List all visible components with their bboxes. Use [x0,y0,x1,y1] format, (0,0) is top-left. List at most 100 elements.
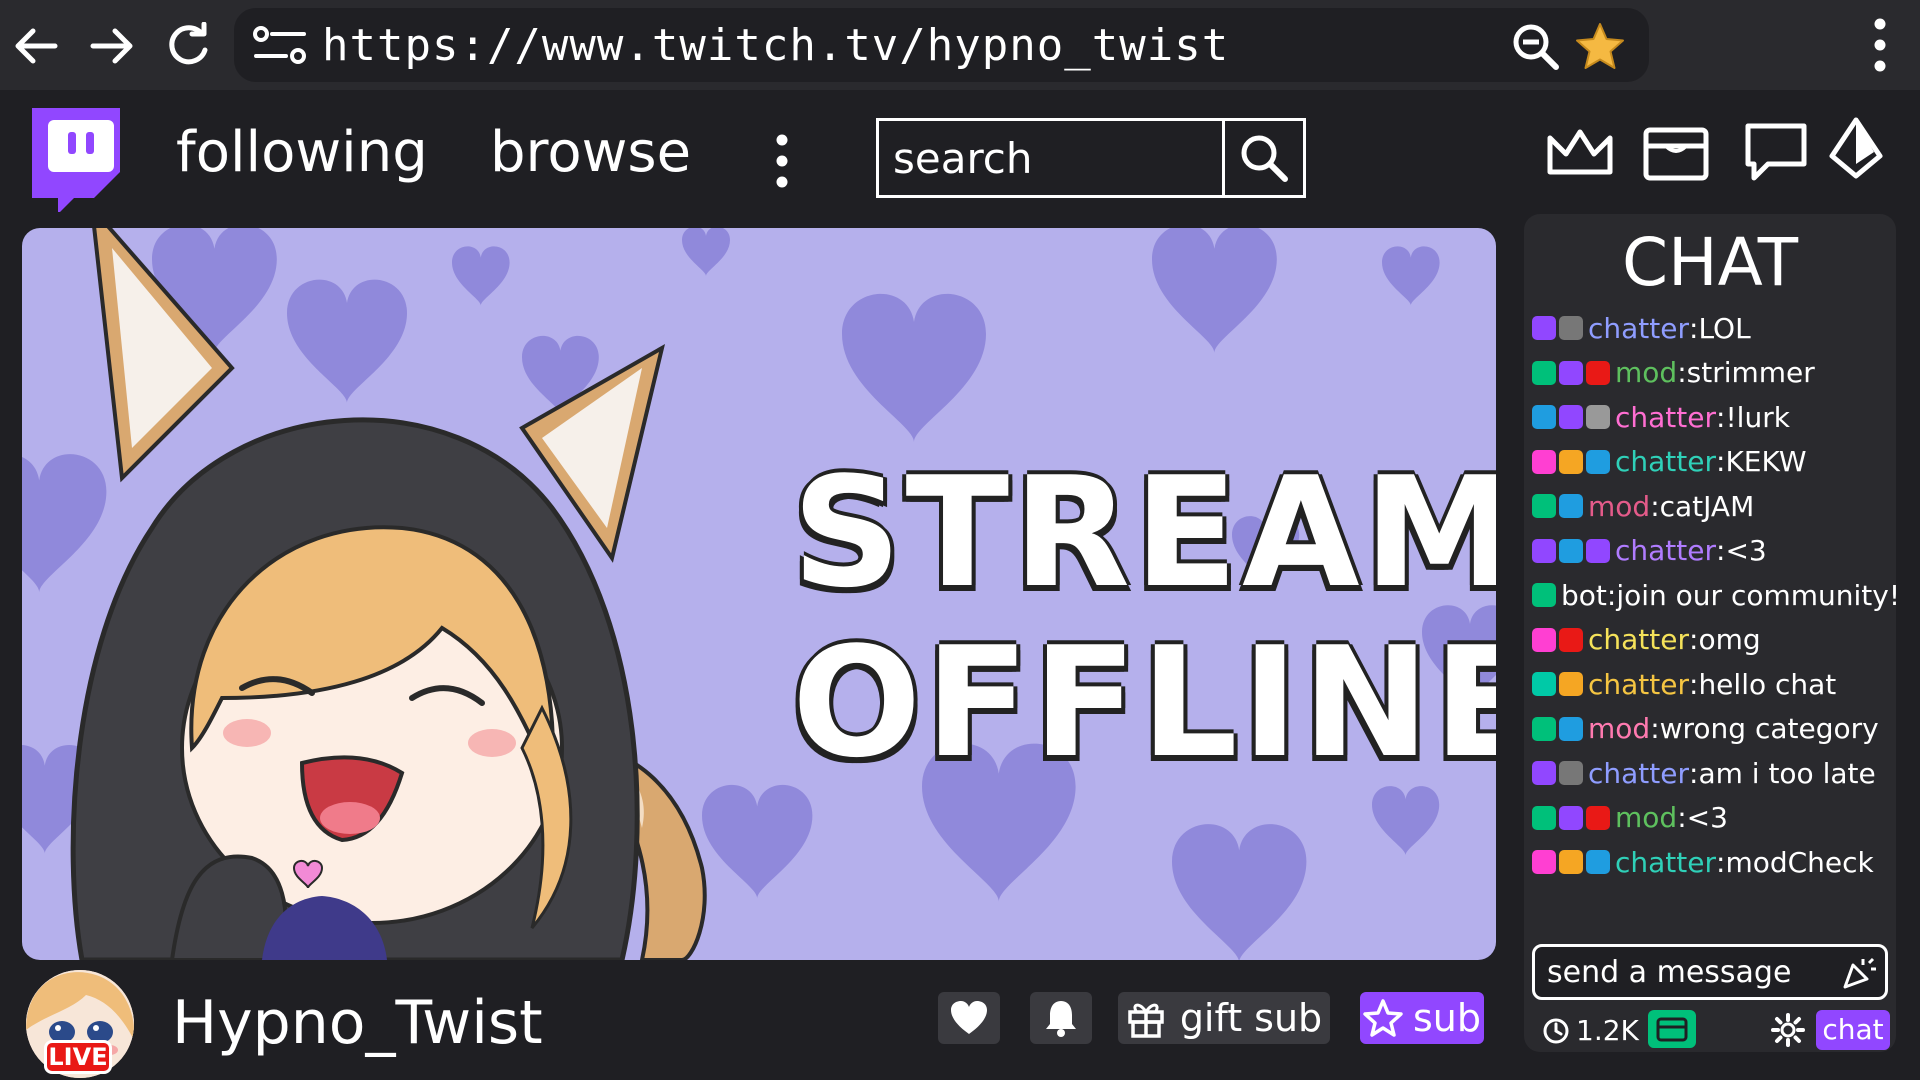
chat-badge-icon[interactable] [1559,538,1583,563]
address-bar[interactable]: https://www.twitch.tv/hypno_twist [234,8,1649,82]
zoom-out-icon[interactable] [1511,22,1561,72]
chat-footer: 1.2K chat [1532,1010,1890,1050]
chat-separator: : [1606,578,1617,612]
chat-message-list[interactable]: chatter: LOL mod: strimmer chatter: !lurk c… [1532,306,1900,885]
chat-badge-icon[interactable] [1532,672,1556,697]
chat-username[interactable]: mod [1588,712,1650,745]
bookmark-star-icon[interactable] [1573,20,1627,74]
chat-badge-icon[interactable] [1532,850,1556,875]
chat-username[interactable]: bot [1561,579,1607,612]
chat-badge-icon[interactable] [1586,449,1610,474]
chat-badge-icon[interactable] [1532,583,1556,608]
chat-panel: CHAT chatter: LOL mod: strimmer chatter: !… [1524,214,1900,1052]
chat-badge-icon[interactable] [1532,316,1556,341]
chat-username[interactable]: chatter [1588,623,1689,656]
chat-send-button[interactable]: chat [1816,1010,1890,1050]
chat-badge-icon[interactable] [1559,494,1583,519]
chat-badge-icon[interactable] [1559,316,1583,341]
chat-badge-icon[interactable] [1559,627,1583,652]
chat-badge-icon[interactable] [1559,805,1583,830]
chat-username[interactable]: mod [1588,490,1650,523]
chat-message: chatter: <3 [1532,529,1896,574]
chat-username[interactable]: chatter [1615,534,1716,567]
channel-info-bar: Hypno_Twist gift sub sub [0,960,1520,1080]
chat-username[interactable]: chatter [1615,445,1716,478]
chat-username[interactable]: mod [1615,356,1677,389]
chat-badge-icon[interactable] [1532,716,1556,741]
gift-sub-label: gift sub [1179,996,1323,1040]
chat-badge-icon[interactable] [1559,449,1583,474]
chat-message: chatter: !lurk [1532,395,1896,440]
chat-badge-icon[interactable] [1559,405,1583,430]
chat-username[interactable]: chatter [1615,846,1716,879]
chat-badge-icon[interactable] [1586,405,1610,430]
browser-menu-icon[interactable] [1862,14,1898,76]
chat-separator: : [1689,311,1699,345]
viewer-count-value: 1.2K [1576,1014,1639,1047]
chat-message-input[interactable] [1535,947,1835,997]
chat-badge-icon[interactable] [1532,805,1556,830]
forward-arrow-icon[interactable] [84,18,140,74]
notifications-button[interactable] [1030,992,1092,1044]
chat-message: bot: join our community! [1532,573,1900,618]
chat-badge-icon[interactable] [1586,850,1610,875]
offline-line-1: STREAM [792,444,1496,621]
inbox-icon[interactable] [1640,116,1712,188]
chat-message: mod: wrong category [1532,707,1896,752]
channel-name[interactable]: Hypno_Twist [172,988,543,1058]
chat-badge-icon[interactable] [1532,761,1556,786]
chat-badge-icon[interactable] [1559,672,1583,697]
chat-username[interactable]: chatter [1588,757,1689,790]
live-badge: LIVE [44,1040,112,1074]
chat-badge-icon[interactable] [1532,360,1556,385]
chat-badge-icon[interactable] [1532,405,1556,430]
video-player[interactable]: STREAM OFFLINE [22,228,1496,960]
stream-offline-banner: STREAM OFFLINE [792,444,1496,788]
chat-username[interactable]: chatter [1615,401,1716,434]
chat-badge-icon[interactable] [1586,360,1610,385]
chat-badge-icon[interactable] [1586,538,1610,563]
chat-settings-gear-icon[interactable] [1770,1012,1806,1048]
subscribe-button[interactable]: sub [1360,992,1484,1044]
chat-username[interactable]: chatter [1588,668,1689,701]
follow-heart-button[interactable] [938,992,1000,1044]
gift-sub-button[interactable]: gift sub [1118,992,1330,1044]
chat-separator: : [1716,445,1726,479]
nav-following[interactable]: following [176,120,428,185]
chat-badge-icon[interactable] [1532,538,1556,563]
chat-message-text: catJAM [1659,489,1755,523]
twitch-logo-icon[interactable] [20,104,128,214]
reload-icon[interactable] [160,18,216,74]
chat-badge-icon[interactable] [1532,627,1556,652]
emote-picker-icon[interactable] [1841,955,1877,991]
search-input[interactable] [879,121,1225,195]
chat-badge-icon[interactable] [1586,805,1610,830]
chat-message-text: !lurk [1725,400,1790,434]
back-arrow-icon[interactable] [8,18,64,74]
nav-browse[interactable]: browse [490,120,691,185]
chat-message-text: am i too late [1698,756,1876,790]
chat-separator: : [1689,623,1699,657]
chat-username[interactable]: mod [1615,801,1677,834]
whispers-icon[interactable] [1740,116,1812,188]
bits-icon[interactable] [1826,116,1898,188]
chat-message: mod: <3 [1532,796,1896,841]
crown-icon[interactable] [1544,116,1616,188]
channel-points-button[interactable] [1648,1010,1696,1048]
chat-badge-icon[interactable] [1559,360,1583,385]
url-text[interactable]: https://www.twitch.tv/hypno_twist [322,20,1229,71]
chat-separator: : [1650,712,1660,746]
chat-separator: : [1716,400,1726,434]
site-settings-icon[interactable] [252,24,310,66]
search-icon[interactable] [1225,121,1303,195]
heart-icon [951,1001,987,1034]
chat-badge-icon[interactable] [1532,449,1556,474]
chat-message-text: LOL [1698,311,1751,345]
chat-badge-icon[interactable] [1559,716,1583,741]
chat-badge-icon[interactable] [1532,494,1556,519]
chat-username[interactable]: chatter [1588,312,1689,345]
treasure-icon [1656,1017,1688,1042]
chat-badge-icon[interactable] [1559,761,1583,786]
chat-badge-icon[interactable] [1559,850,1583,875]
more-options-icon[interactable] [770,130,794,192]
